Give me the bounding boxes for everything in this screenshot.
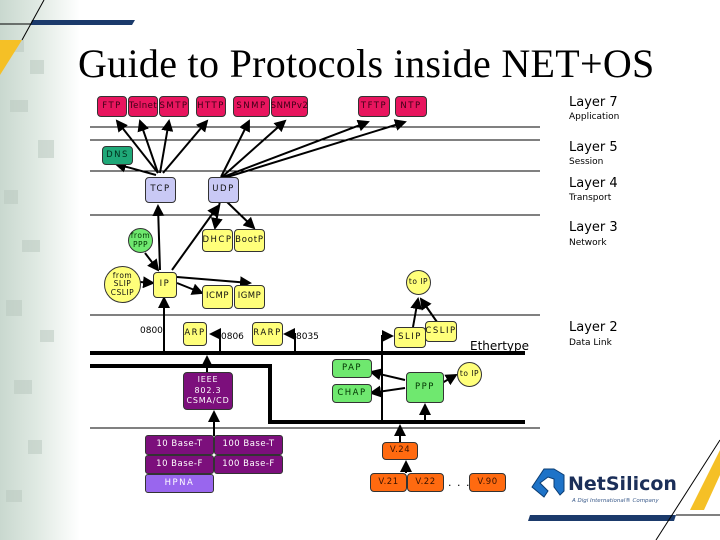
layer-5-number: Layer 5	[569, 140, 618, 155]
protocol-bootp: BootP	[234, 229, 265, 252]
diagram-connectors	[90, 119, 540, 473]
phy-v90: V.90	[469, 473, 506, 492]
ellipsis: . . .	[448, 476, 471, 489]
protocol-telnet: Telnet	[128, 96, 158, 117]
layer-2-name: Data Link	[569, 338, 612, 348]
layer-7-name: Application	[569, 112, 620, 122]
protocol-cslip: CSLIP	[425, 321, 457, 342]
protocol-ppp: PPP	[406, 372, 444, 403]
protocol-ntp: NTP	[395, 96, 427, 117]
protocol-tcp: TCP	[145, 177, 176, 203]
ethertype-label: Ethertype	[470, 339, 530, 353]
protocol-slip: SLIP	[394, 327, 426, 348]
protocol-pap: PAP	[332, 359, 372, 378]
layer-2-number: Layer 2	[569, 320, 618, 335]
ethertype-0806: 0806	[221, 332, 244, 342]
protocol-chap: CHAP	[332, 384, 372, 403]
from-slip-cslip-node: from SLIP CSLIP	[104, 266, 141, 303]
phy-hpna: HPNA	[145, 474, 214, 493]
layer-5-name: Session	[569, 157, 604, 167]
layer-3-number: Layer 3	[569, 220, 618, 235]
phy-100-base-f: 100 Base-F	[214, 455, 283, 474]
protocol-icmp: ICMP	[202, 285, 233, 309]
phy-10-base-t: 10 Base-T	[145, 435, 214, 455]
protocol-dhcp: DHCP	[202, 229, 233, 252]
from-ppp-node: from PPP	[128, 228, 153, 253]
protocol-ftp: FTP	[97, 96, 127, 117]
protocol-snmp: SNMP	[233, 96, 270, 117]
protocol-rarp: RARP	[252, 322, 283, 346]
to-ip-node-ppp: to IP	[457, 362, 482, 387]
ethertype-0800: 0800	[140, 326, 163, 336]
protocol-snmpv2: SNMPv2	[271, 96, 308, 117]
phy-v21: V.21	[370, 473, 407, 492]
ethertype-8035: 8035	[296, 332, 319, 342]
logo-tagline: A Digi International® Company	[572, 498, 659, 504]
phy-10-base-f: 10 Base-F	[145, 455, 214, 474]
netsilicon-logo-icon	[531, 468, 565, 498]
protocol-dns: DNS	[102, 146, 133, 165]
protocol-ip: IP	[153, 272, 177, 298]
protocol-udp: UDP	[208, 177, 239, 203]
protocol-http: HTTP	[196, 96, 226, 117]
logo-name: NetSilicon	[568, 473, 677, 495]
protocol-tftp: TFTP	[358, 96, 390, 117]
phy-100-base-t: 100 Base-T	[214, 435, 283, 455]
layer-7-number: Layer 7	[569, 95, 618, 110]
to-ip-node-slip: to IP	[406, 270, 431, 295]
layer-3-name: Network	[569, 238, 607, 248]
protocol-arp: ARP	[183, 322, 207, 346]
phy-v22: V.22	[407, 473, 444, 492]
layer-4-name: Transport	[569, 193, 612, 203]
phy-v24: V.24	[382, 442, 418, 460]
protocol-ieee-802-3: IEEE 802.3 CSMA/CD	[183, 372, 233, 410]
layer-4-number: Layer 4	[569, 176, 618, 191]
protocol-smtp: SMTP	[159, 96, 189, 117]
protocol-igmp: IGMP	[234, 285, 265, 309]
